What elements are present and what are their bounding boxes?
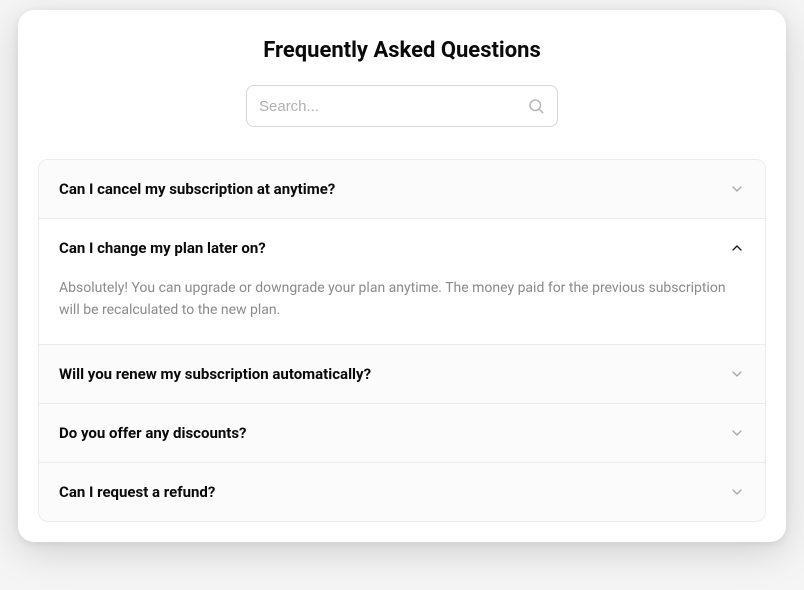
faq-question: Will you renew my subscription automatic… [59, 365, 371, 383]
search-input[interactable] [259, 98, 527, 115]
faq-item: Can I cancel my subscription at anytime? [39, 160, 765, 219]
search-icon [527, 97, 545, 115]
faq-card: Frequently Asked Questions Can I cancel … [18, 10, 786, 542]
faq-question: Do you offer any discounts? [59, 424, 247, 442]
page-title: Frequently Asked Questions [38, 38, 766, 63]
faq-toggle[interactable]: Will you renew my subscription automatic… [39, 345, 765, 403]
faq-toggle[interactable]: Can I cancel my subscription at anytime? [39, 160, 765, 218]
faq-item: Do you offer any discounts? [39, 404, 765, 463]
faq-answer: Absolutely! You can upgrade or downgrade… [39, 277, 765, 344]
chevron-up-icon [729, 240, 745, 256]
faq-toggle[interactable]: Can I request a refund? [39, 463, 765, 521]
search-wrap [38, 85, 766, 127]
faq-toggle[interactable]: Can I change my plan later on? [39, 219, 765, 277]
faq-question: Can I request a refund? [59, 483, 215, 501]
faq-toggle[interactable]: Do you offer any discounts? [39, 404, 765, 462]
faq-question: Can I cancel my subscription at anytime? [59, 180, 335, 198]
faq-item: Will you renew my subscription automatic… [39, 345, 765, 404]
search-container[interactable] [246, 85, 558, 127]
chevron-down-icon [729, 181, 745, 197]
faq-list: Can I cancel my subscription at anytime?… [38, 159, 766, 522]
faq-item: Can I request a refund? [39, 463, 765, 521]
chevron-down-icon [729, 425, 745, 441]
faq-question: Can I change my plan later on? [59, 239, 266, 257]
faq-item: Can I change my plan later on? Absolutel… [39, 219, 765, 345]
chevron-down-icon [729, 484, 745, 500]
chevron-down-icon [729, 366, 745, 382]
